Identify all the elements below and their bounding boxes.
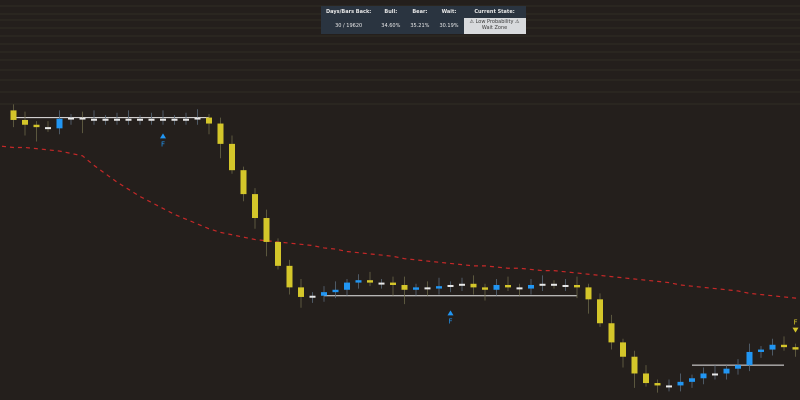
signal-label: F — [793, 319, 797, 327]
candle — [470, 283, 477, 288]
candle — [79, 117, 86, 120]
candle — [102, 118, 109, 121]
candle — [447, 284, 454, 287]
candle — [229, 143, 235, 171]
candle — [390, 282, 396, 285]
price-chart[interactable]: F F F — [0, 0, 800, 400]
header-wait: Wait: — [434, 6, 464, 18]
candle — [401, 284, 408, 290]
state-line-2: Wait Zone — [481, 25, 508, 31]
candle — [516, 287, 523, 290]
candle — [505, 284, 511, 288]
candle — [700, 373, 707, 379]
candle — [493, 284, 500, 290]
candle — [424, 287, 431, 290]
moving-average-line — [1, 145, 800, 299]
stats-header-row: Days/Bars Back: Bull: Bear: Wait: Curren… — [321, 6, 526, 18]
candle — [217, 123, 224, 144]
candle — [171, 118, 178, 121]
candle — [91, 118, 97, 121]
candle — [378, 282, 385, 285]
value-days-back: 30 / 19620 — [321, 18, 377, 34]
candle — [562, 284, 569, 287]
signal-label: F — [448, 317, 452, 325]
candle — [298, 287, 304, 297]
support-levels — [13, 117, 784, 366]
candle — [631, 356, 638, 374]
value-bull: 34.60% — [376, 18, 406, 34]
candle — [137, 118, 143, 121]
candle — [769, 344, 776, 350]
candle — [22, 119, 28, 125]
candle — [758, 349, 764, 352]
candle — [275, 241, 281, 266]
candle — [367, 280, 373, 283]
candle — [68, 117, 74, 120]
candle — [654, 383, 661, 386]
signal-triangle — [792, 327, 799, 333]
candle — [436, 286, 442, 289]
ma-line — [1, 145, 800, 299]
candle — [332, 289, 339, 293]
candle — [677, 381, 684, 386]
candle — [45, 127, 51, 130]
candle — [723, 368, 730, 374]
value-wait: 30.19% — [434, 18, 464, 34]
candle — [252, 194, 258, 219]
candle — [746, 351, 753, 366]
candle — [355, 280, 362, 283]
candle — [539, 283, 546, 286]
candle — [148, 118, 155, 121]
candle — [194, 117, 201, 120]
candle — [459, 283, 465, 286]
signal-triangle — [160, 133, 166, 139]
candle — [574, 284, 580, 288]
candle — [413, 287, 419, 290]
candle — [309, 295, 316, 298]
candle — [585, 287, 592, 300]
candle — [125, 118, 132, 121]
candle — [712, 373, 718, 376]
candle — [620, 342, 626, 357]
candle — [286, 265, 293, 288]
stats-value-row: 30 / 19620 34.60% 35.21% 30.19% ⚠ Low Pr… — [321, 18, 526, 34]
candle — [735, 365, 741, 369]
candle — [114, 118, 120, 121]
header-current-state: Current State: — [463, 6, 526, 18]
candle — [321, 292, 327, 296]
candle-wicks — [13, 104, 796, 393]
header-days-back: Days/Bars Back: — [321, 6, 377, 18]
candle — [792, 347, 799, 350]
candle — [482, 287, 488, 290]
candle — [528, 284, 534, 289]
value-bear: 35.21% — [405, 18, 435, 34]
candle — [160, 118, 166, 121]
candle — [344, 282, 350, 290]
candle — [643, 373, 649, 384]
candle — [666, 385, 672, 388]
candle — [597, 299, 603, 324]
signal-markers: F F F — [160, 133, 799, 333]
header-bear: Bear: — [405, 6, 435, 18]
candle — [781, 344, 787, 348]
header-bull: Bull: — [376, 6, 406, 18]
candle — [10, 110, 17, 120]
state-stats-table: Days/Bars Back: Bull: Bear: Wait: Curren… — [321, 6, 526, 34]
signal-label: F — [161, 140, 165, 148]
value-current-state: ⚠ Low Probability ⚠ Wait Zone — [463, 18, 526, 34]
signal-triangle — [447, 310, 454, 316]
candle — [33, 124, 40, 128]
candle — [551, 283, 557, 286]
candle — [56, 118, 63, 129]
candle — [689, 378, 695, 382]
candle — [183, 118, 189, 121]
candle — [240, 170, 247, 195]
candle — [206, 117, 212, 124]
candle — [608, 323, 615, 343]
candle — [263, 218, 270, 242]
candles — [10, 110, 799, 388]
